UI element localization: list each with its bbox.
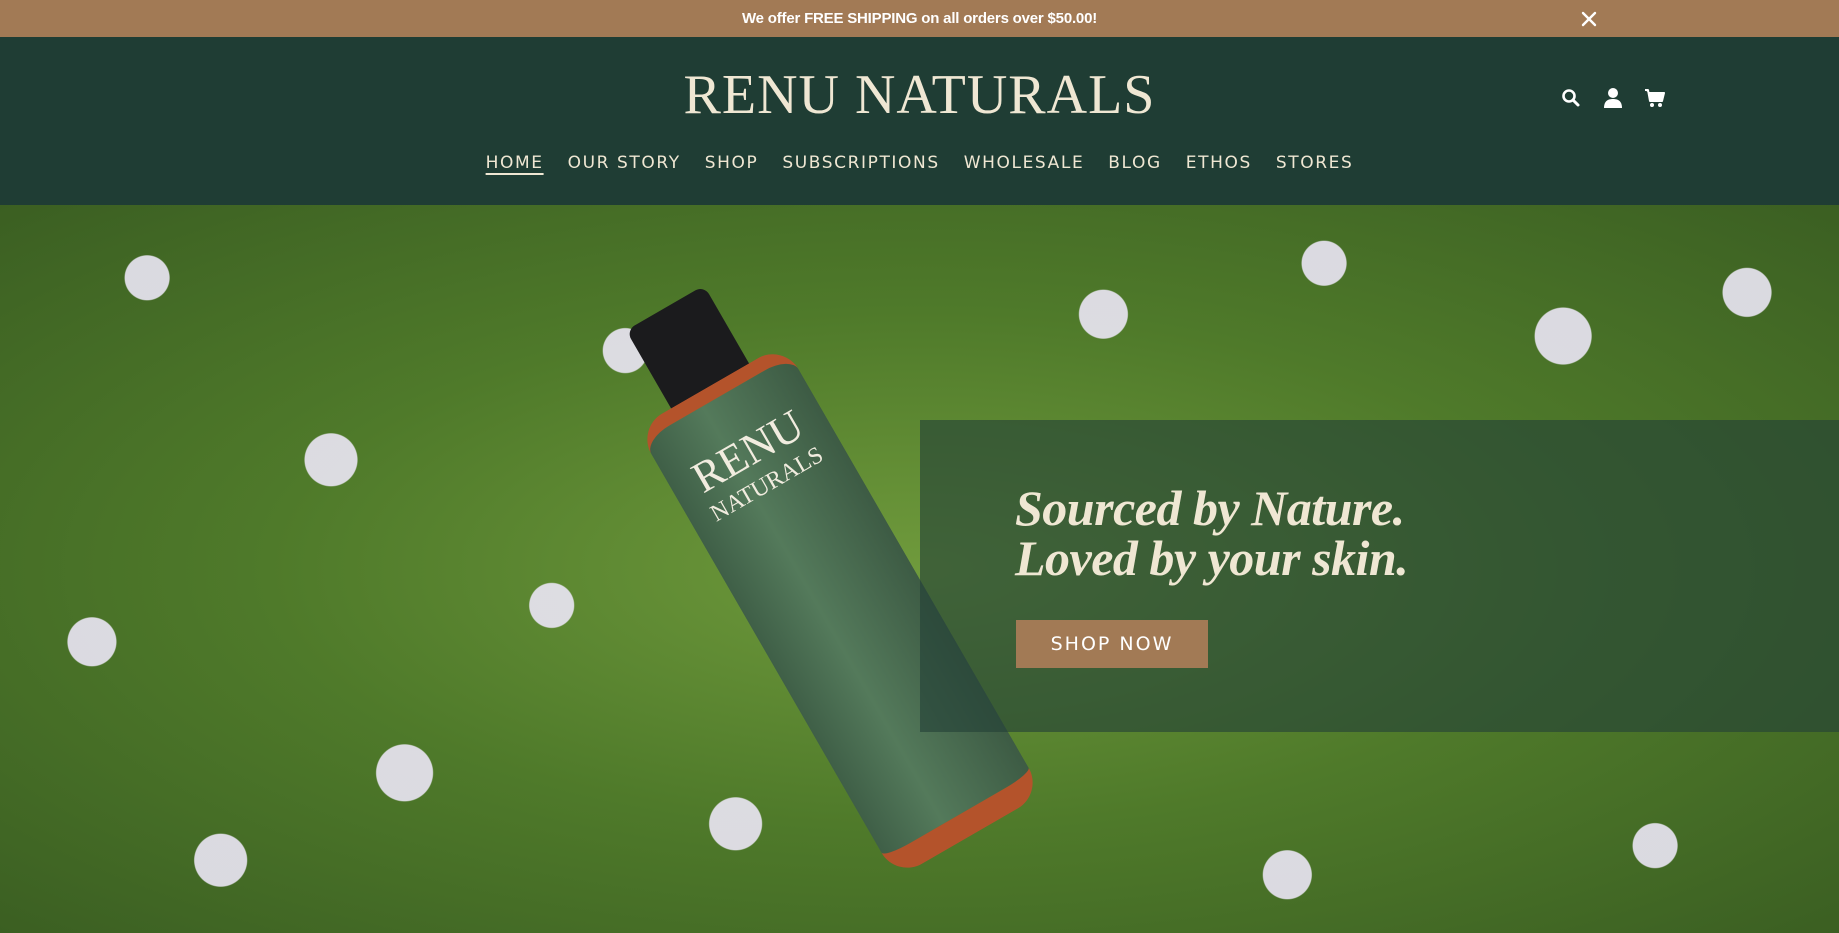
nav-item-ethos[interactable]: ETHOS <box>1186 153 1252 173</box>
nav-item-subscriptions[interactable]: SUBSCRIPTIONS <box>782 153 939 173</box>
site-header: RENU NATURALS HOME OUR STORY SHOP SUBSCR… <box>0 37 1839 205</box>
nav-item-our-story[interactable]: OUR STORY <box>568 153 681 173</box>
nav-item-shop[interactable]: SHOP <box>705 153 759 173</box>
nav-item-home[interactable]: HOME <box>486 153 544 173</box>
nav-item-stores[interactable]: STORES <box>1276 153 1354 173</box>
announcement-bar: We offer FREE SHIPPING on all orders ove… <box>0 0 1839 37</box>
hero-tagline-line1: Sourced by Nature. <box>1015 480 1405 536</box>
hero-banner: RENU NATURALS Sourced by Nature. Loved b… <box>0 205 1839 933</box>
nav-item-blog[interactable]: BLOG <box>1108 153 1161 173</box>
account-icon[interactable] <box>1601 86 1625 110</box>
hero-tagline-line2: Loved by your skin. <box>1015 530 1409 586</box>
header-icons <box>1559 86 1667 110</box>
close-icon[interactable] <box>1579 9 1599 29</box>
cart-icon[interactable] <box>1643 86 1667 110</box>
nav-item-wholesale[interactable]: WHOLESALE <box>964 153 1085 173</box>
shop-now-button[interactable]: SHOP NOW <box>1016 620 1208 668</box>
hero-tagline: Sourced by Nature. Loved by your skin. <box>1015 480 1409 586</box>
bottle-brand-text: RENU NATURALS <box>683 400 828 528</box>
main-nav: HOME OUR STORY SHOP SUBSCRIPTIONS WHOLES… <box>0 153 1839 173</box>
announcement-text: We offer FREE SHIPPING on all orders ove… <box>741 10 1098 27</box>
search-icon[interactable] <box>1559 86 1583 110</box>
